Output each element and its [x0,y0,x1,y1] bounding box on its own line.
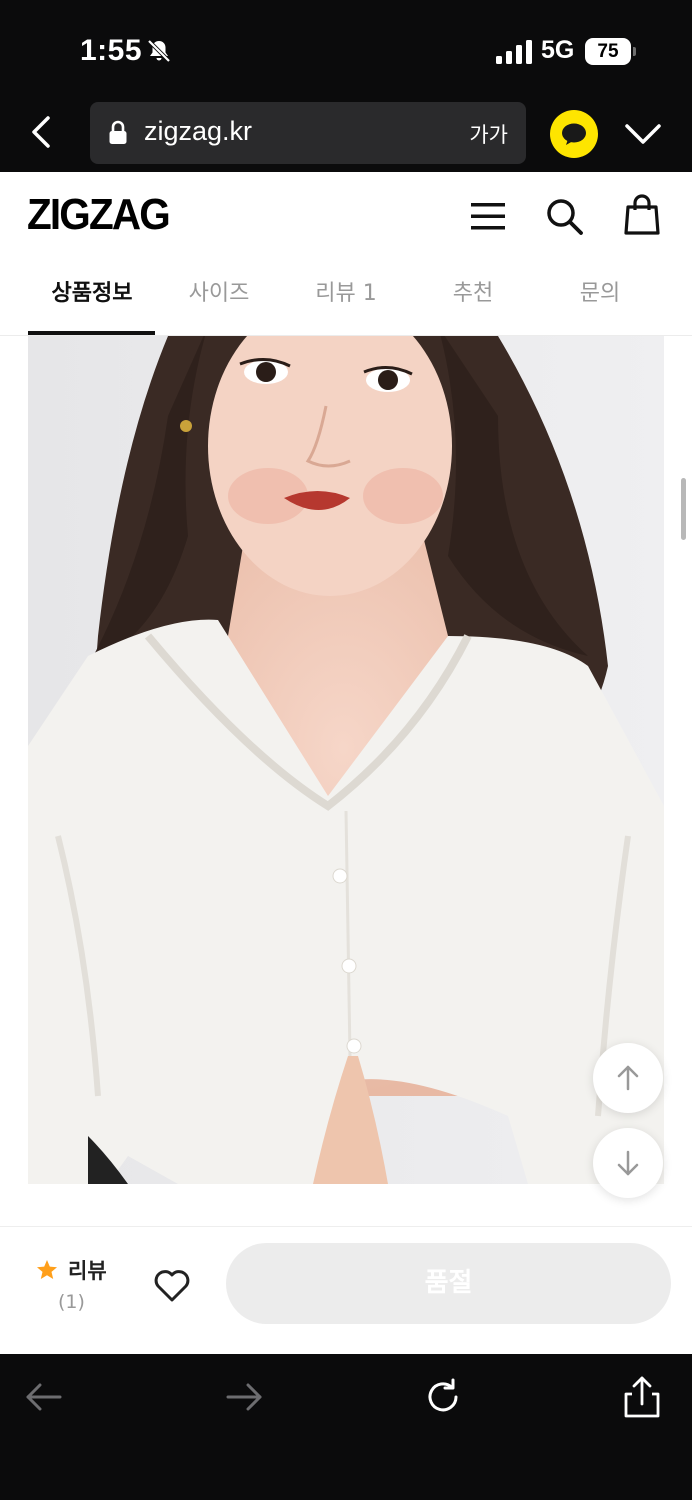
browser-bar: zigzag.kr 가가 [0,96,692,172]
shopping-bag-icon[interactable] [620,192,664,238]
review-count: (1) [58,1291,85,1313]
bell-slash-icon [147,39,171,63]
chevron-left-icon[interactable] [22,110,62,154]
menu-icon[interactable] [466,196,510,236]
zigzag-logo[interactable]: ZIGZAG [27,190,171,240]
kakao-chat-icon [562,123,586,145]
text-size-button[interactable]: 가가 [469,119,508,149]
arrow-up-icon [617,1065,639,1091]
arrow-right-icon[interactable] [220,1374,268,1420]
share-icon[interactable] [618,1374,666,1420]
page-scrollbar[interactable] [681,478,686,540]
soldout-button[interactable]: 품절 [226,1243,671,1324]
chevron-down-icon[interactable] [622,116,664,152]
battery-cap [633,47,636,56]
lock-icon [109,120,127,144]
search-icon[interactable] [542,194,586,238]
tab-active-indicator [28,331,155,335]
signal-icon [496,40,532,64]
tab-inquiry[interactable]: 문의 [536,262,664,336]
tab-recommend[interactable]: 추천 [409,262,537,336]
battery-indicator: 75 [585,38,631,65]
status-bar: 1:55 5G 75 [0,0,692,96]
tab-review[interactable]: 리뷰 1 [282,262,410,336]
browser-toolbar [0,1354,692,1500]
product-image [28,336,664,1184]
reload-icon[interactable] [420,1374,468,1420]
scroll-to-top-button[interactable] [593,1043,663,1113]
kakao-chat-button[interactable] [550,110,598,158]
arrow-down-icon [617,1150,639,1176]
address-bar[interactable]: zigzag.kr 가가 [90,102,526,164]
app-header: ZIGZAG [0,172,692,262]
network-label: 5G [541,36,575,64]
tab-size[interactable]: 사이즈 [155,262,283,336]
url-text: zigzag.kr [144,116,253,146]
star-icon [37,1260,57,1279]
product-photo-illustration [28,336,664,1184]
purchase-bar: 리뷰 (1) 품절 [0,1226,692,1354]
review-label: 리뷰 [68,1259,107,1283]
status-time: 1:55 [80,34,143,67]
arrow-left-icon[interactable] [20,1374,68,1420]
product-tabs: 상품정보 사이즈 리뷰 1 추천 문의 [0,262,692,336]
screen: 1:55 5G 75 zigzag.kr 가가 ZIGZAG 상품정보 사이즈 … [0,0,692,1500]
scroll-to-bottom-button[interactable] [593,1128,663,1198]
heart-icon[interactable] [150,1263,194,1307]
tab-product-info[interactable]: 상품정보 [28,262,156,336]
review-summary[interactable]: 리뷰 (1) [30,1253,120,1317]
